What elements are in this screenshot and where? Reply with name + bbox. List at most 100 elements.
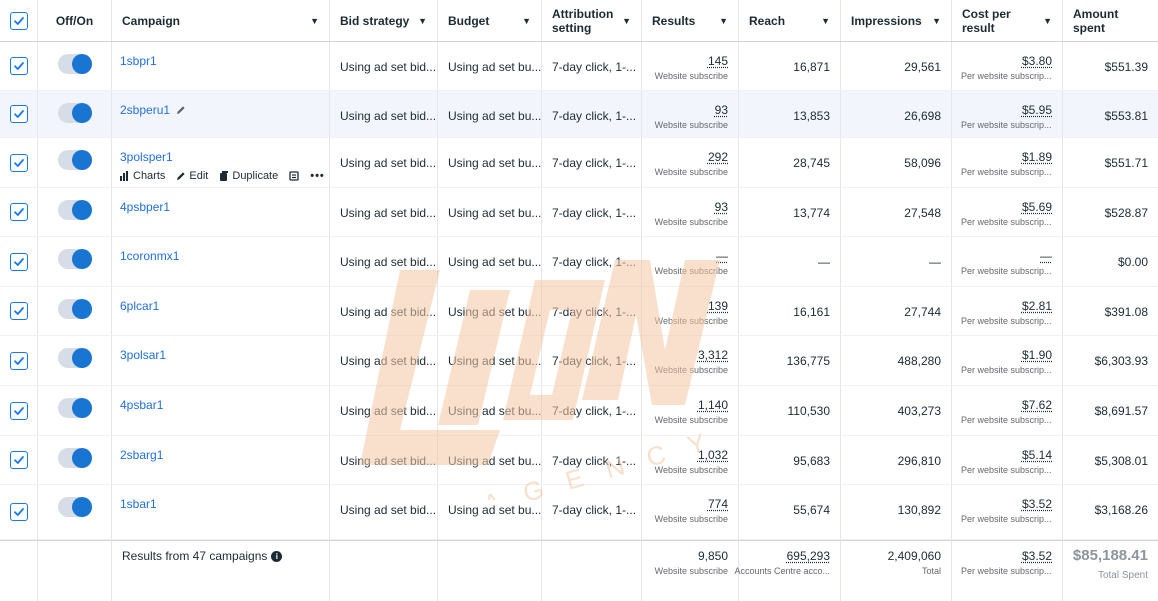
results-sub: Website subscribe	[654, 365, 728, 375]
campaign-name[interactable]: 3polsper1	[120, 150, 173, 164]
campaign-name[interactable]: 2sbarg1	[120, 448, 163, 462]
campaign-name-link[interactable]: 2sbperu1	[120, 103, 186, 117]
cost-per-result-value[interactable]: $5.14	[1022, 448, 1052, 462]
campaign-on-toggle[interactable]	[58, 249, 92, 269]
caret-down-icon[interactable]: ▼	[821, 16, 830, 26]
edit-button[interactable]: Edit	[176, 170, 208, 182]
row-checkbox[interactable]	[9, 351, 28, 370]
row-checkbox[interactable]	[9, 153, 28, 172]
campaign-on-toggle[interactable]	[58, 150, 92, 170]
results-value[interactable]: 139	[708, 299, 728, 313]
row-checkbox[interactable]	[9, 401, 28, 420]
campaign-name-link[interactable]: 2sbarg1	[120, 448, 163, 462]
more-options-icon[interactable]: •••	[310, 170, 325, 182]
campaign-name[interactable]: 1coronmx1	[120, 249, 179, 263]
header-impressions[interactable]: Impressions ▼	[841, 0, 952, 41]
caret-down-icon[interactable]: ▼	[418, 16, 427, 26]
campaign-on-toggle[interactable]	[58, 398, 92, 418]
campaign-on-toggle[interactable]	[58, 497, 92, 517]
cost-per-result-value[interactable]: $1.90	[1022, 348, 1052, 362]
campaign-name-link[interactable]: 4psbar1	[120, 398, 163, 412]
cost-per-result-sub: Per website subscrip...	[961, 120, 1052, 130]
cost-per-result-value[interactable]: $3.52	[1022, 497, 1052, 511]
campaign-name-link[interactable]: 3polsper1	[120, 150, 173, 164]
campaign-on-toggle[interactable]	[58, 348, 92, 368]
compare-button[interactable]	[289, 171, 299, 181]
campaign-name[interactable]: 1sbar1	[120, 497, 157, 511]
table-row[interactable]: 3polsar1 Using ad set bid... Using ad set …	[0, 336, 1158, 386]
info-icon[interactable]: i	[271, 550, 283, 562]
results-value[interactable]: 292	[708, 150, 728, 164]
results-value[interactable]: 3,312	[698, 348, 728, 362]
table-row[interactable]: 2sbarg1 Using ad set bid... Using ad set b…	[0, 436, 1158, 485]
header-budget[interactable]: Budget ▼	[438, 0, 542, 41]
campaign-on-toggle[interactable]	[58, 54, 92, 74]
row-checkbox[interactable]	[9, 105, 28, 123]
duplicate-button[interactable]: Duplicate	[219, 170, 278, 182]
caret-down-icon[interactable]: ▼	[622, 16, 631, 26]
pencil-icon[interactable]	[176, 105, 186, 115]
row-checkbox[interactable]	[9, 203, 28, 221]
campaign-name-link[interactable]: 1sbpr1	[120, 54, 157, 68]
campaign-name-link[interactable]: 1coronmx1	[120, 249, 179, 263]
row-checkbox[interactable]	[9, 252, 28, 271]
campaign-name[interactable]: 6plcar1	[120, 299, 159, 313]
table-row[interactable]: 1sbar1 Using ad set bid... Using ad set bu…	[0, 485, 1158, 540]
header-amount-spent[interactable]: Amount spent	[1063, 0, 1158, 41]
cost-per-result-value[interactable]: $5.69	[1022, 200, 1052, 214]
table-row[interactable]: 4psbper1 Using ad set bid... Using ad set …	[0, 188, 1158, 237]
cost-per-result-value[interactable]: $3.80	[1022, 54, 1052, 68]
cost-per-result-value[interactable]: $5.95	[1022, 103, 1052, 117]
total-results: 9,850	[697, 549, 728, 563]
caret-down-icon[interactable]: ▼	[932, 16, 941, 26]
results-value[interactable]: —	[716, 249, 728, 263]
caret-down-icon[interactable]: ▼	[522, 16, 531, 26]
campaign-name-link[interactable]: 1sbar1	[120, 497, 157, 511]
campaign-name[interactable]: 3polsar1	[120, 348, 166, 362]
results-value[interactable]: 1,140	[698, 398, 728, 412]
table-row[interactable]: 2sbperu1 Using ad set bid... Using ad set …	[0, 91, 1158, 138]
cost-per-result-value[interactable]: —	[1040, 249, 1052, 263]
table-row[interactable]: 6plcar1 Using ad set bid... Using ad set b…	[0, 287, 1158, 336]
duplicate-label: Duplicate	[232, 170, 279, 182]
table-row[interactable]: 4psbar1 Using ad set bid... Using ad set b…	[0, 386, 1158, 436]
campaign-on-toggle[interactable]	[58, 200, 92, 220]
campaign-name[interactable]: 4psbar1	[120, 398, 163, 412]
campaign-on-toggle[interactable]	[58, 103, 92, 123]
caret-down-icon[interactable]: ▼	[719, 16, 728, 26]
caret-down-icon[interactable]: ▼	[1043, 16, 1052, 26]
results-value[interactable]: 93	[715, 103, 728, 117]
header-campaign[interactable]: Campaign ▼	[112, 0, 330, 41]
table-row[interactable]: 1sbpr1 Using ad set bid... Using ad set bu…	[0, 42, 1158, 91]
campaign-name[interactable]: 2sbperu1	[120, 103, 170, 117]
header-bid-strategy[interactable]: Bid strategy ▼	[330, 0, 438, 41]
campaign-on-toggle[interactable]	[58, 299, 92, 319]
select-all-checkbox[interactable]	[9, 11, 28, 30]
campaign-name[interactable]: 4psbper1	[120, 200, 170, 214]
results-value[interactable]: 93	[715, 200, 728, 214]
results-value[interactable]: 145	[708, 54, 728, 68]
header-results[interactable]: Results ▼	[642, 0, 739, 41]
row-checkbox[interactable]	[9, 503, 28, 521]
caret-down-icon[interactable]: ▼	[310, 16, 319, 26]
table-row[interactable]: 1coronmx1 Using ad set bid... Using ad set…	[0, 237, 1158, 287]
cost-per-result-value[interactable]: $7.62	[1022, 398, 1052, 412]
row-checkbox[interactable]	[9, 451, 28, 469]
cost-per-result-value[interactable]: $2.81	[1022, 299, 1052, 313]
campaign-name[interactable]: 1sbpr1	[120, 54, 157, 68]
charts-button[interactable]: Charts	[120, 170, 165, 182]
header-cost-per-result[interactable]: Cost per result ▼	[952, 0, 1063, 41]
campaign-name-link[interactable]: 6plcar1	[120, 299, 159, 313]
header-reach[interactable]: Reach ▼	[739, 0, 841, 41]
results-value[interactable]: 1,032	[698, 448, 728, 462]
campaign-on-toggle[interactable]	[58, 448, 92, 468]
results-value[interactable]: 774	[708, 497, 728, 511]
row-checkbox[interactable]	[9, 302, 28, 320]
campaign-name-link[interactable]: 3polsar1	[120, 348, 166, 362]
header-attribution[interactable]: Attribution setting ▼	[542, 0, 642, 41]
table-row[interactable]: 3polsper1 Charts Edit Duplicate ••• Using ad …	[0, 138, 1158, 188]
campaign-name-link[interactable]: 4psbper1	[120, 200, 170, 214]
cost-per-result-value[interactable]: $1.89	[1022, 150, 1052, 164]
header-off-on[interactable]: Off/On	[38, 0, 112, 41]
row-checkbox[interactable]	[9, 57, 28, 75]
